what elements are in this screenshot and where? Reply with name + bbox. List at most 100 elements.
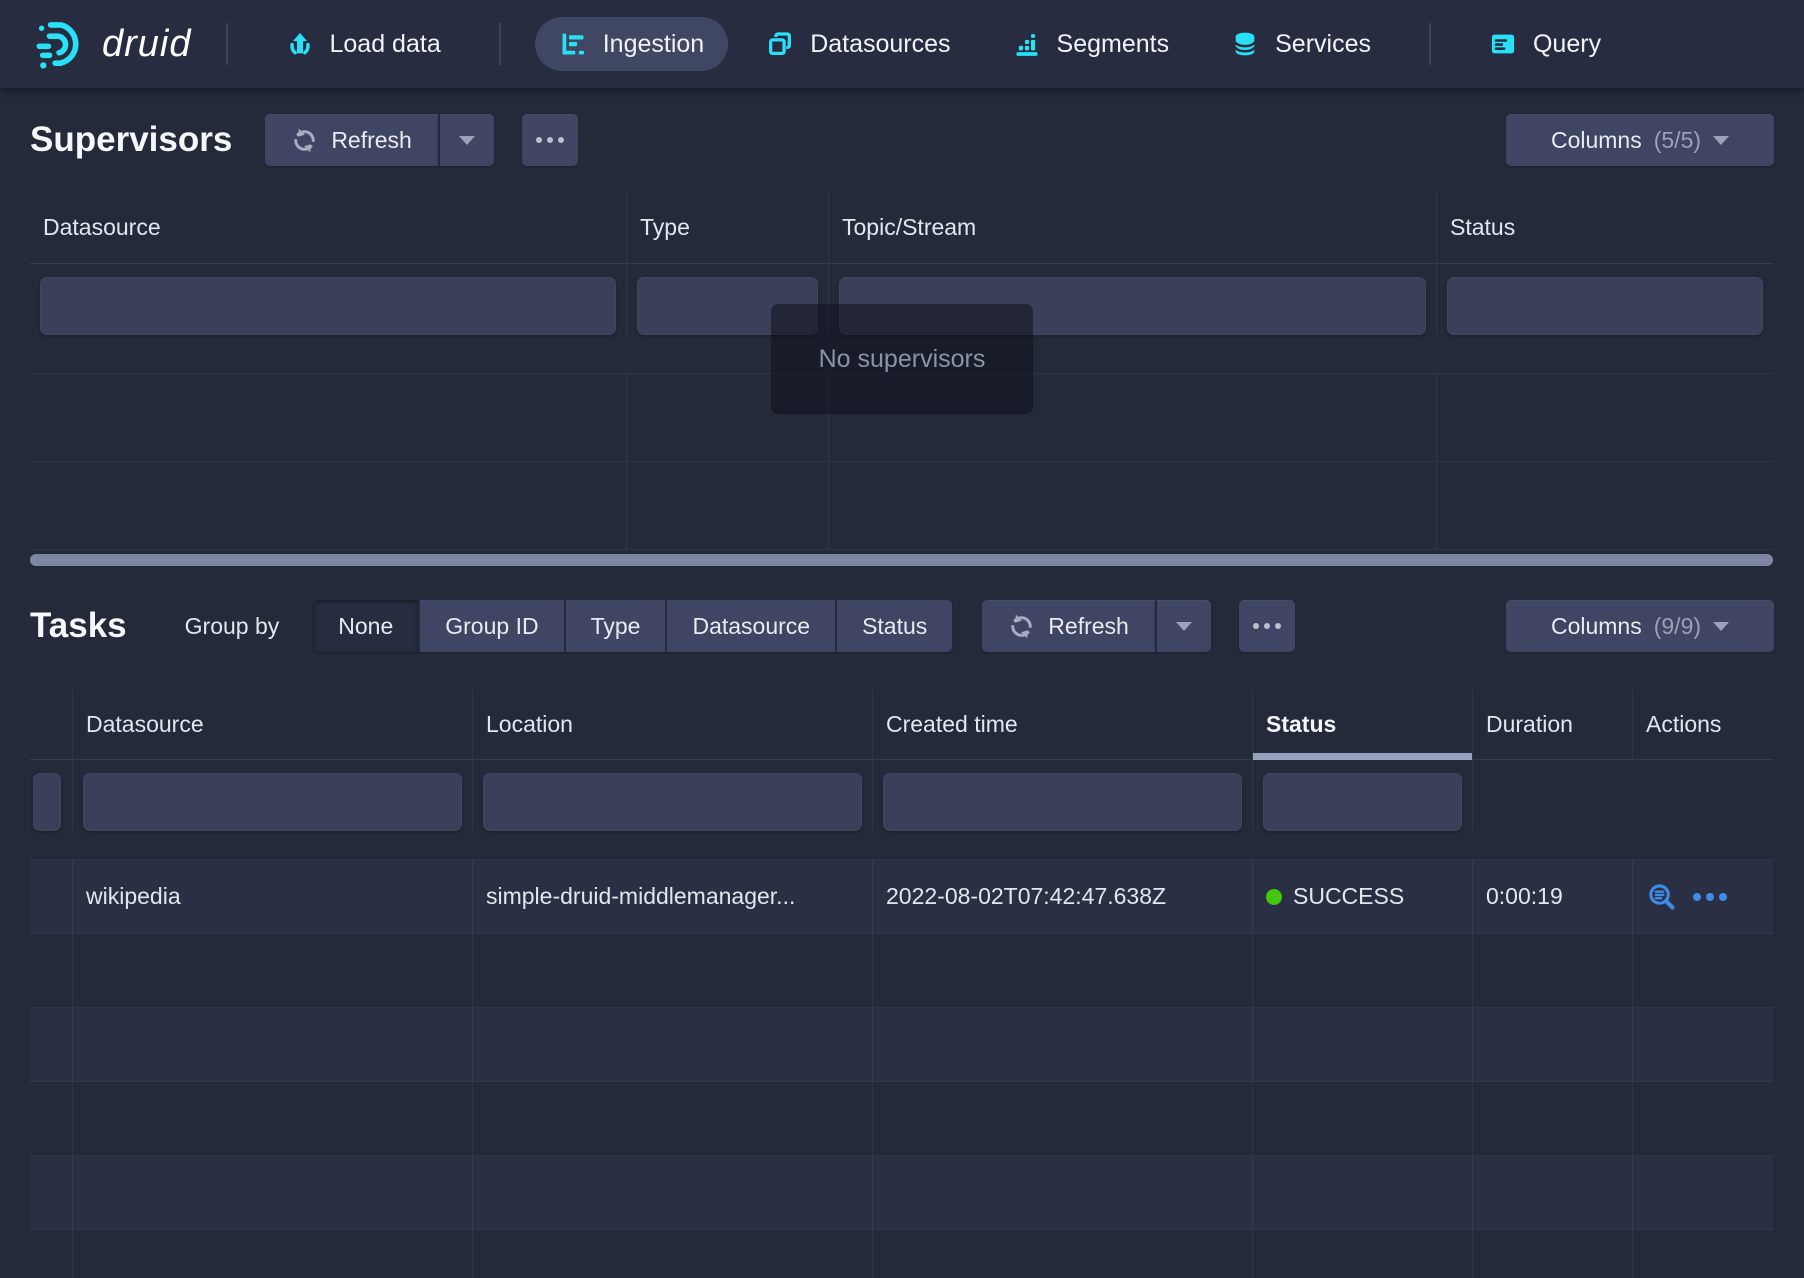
nav-item-label: Load data <box>330 30 441 59</box>
nav-item-ingestion[interactable]: Ingestion <box>535 17 728 71</box>
datasource-filter-input[interactable] <box>83 773 462 831</box>
segments-icon <box>1013 30 1041 58</box>
empty-row <box>30 1008 1773 1082</box>
task-actions-cell <box>1633 860 1773 933</box>
task-detail-magnifier-icon[interactable] <box>1646 881 1677 912</box>
group-by-datasource-button[interactable]: Datasource <box>665 600 835 652</box>
tasks-table-header: Datasource Location Created time Status … <box>30 690 1773 760</box>
horizontal-scrollbar[interactable] <box>30 554 1773 566</box>
column-header-datasource[interactable]: Datasource <box>73 690 473 759</box>
column-header-status-sorted[interactable]: Status <box>1253 690 1473 759</box>
supervisors-table: Datasource Type Topic/Stream Status No s… <box>30 192 1773 566</box>
horizontal-scrollbar-track <box>30 554 1773 566</box>
empty-row <box>30 462 1773 550</box>
nav-item-query[interactable]: Query <box>1465 17 1625 71</box>
no-supervisors-overlay: No supervisors <box>771 304 1033 414</box>
tasks-view: Tasks Group by None Group ID Type Dataso… <box>0 600 1804 1278</box>
columns-count: (5/5) <box>1654 127 1701 154</box>
empty-row <box>30 1156 1773 1230</box>
column-header-datasource[interactable]: Datasource <box>30 192 627 263</box>
task-row-wikipedia: wikipedia simple-druid-middlemanager... … <box>30 860 1773 934</box>
supervisors-refresh-split-button: Refresh <box>265 114 494 166</box>
task-created-time-cell: 2022-08-02T07:42:47.638Z <box>873 860 1253 933</box>
columns-count: (9/9) <box>1654 613 1701 640</box>
task-duration-cell: 0:00:19 <box>1473 860 1633 933</box>
tasks-refresh-interval-button[interactable] <box>1155 600 1211 652</box>
task-location-cell: simple-druid-middlemanager... <box>473 860 873 933</box>
group-by-type-button[interactable]: Type <box>564 600 666 652</box>
refresh-icon <box>1008 613 1035 640</box>
task-id-filter-input[interactable] <box>33 773 61 831</box>
group-by-label: Group by <box>185 613 280 640</box>
tasks-filter-row <box>30 760 1773 860</box>
nav-divider <box>226 23 228 65</box>
tasks-columns-button[interactable]: Columns (9/9) <box>1506 600 1774 652</box>
refresh-label: Refresh <box>331 127 412 154</box>
group-by-group-id-button[interactable]: Group ID <box>418 600 563 652</box>
query-icon <box>1489 30 1517 58</box>
location-filter-input[interactable] <box>483 773 862 831</box>
sort-indicator <box>1253 753 1472 760</box>
ingestion-icon <box>559 30 587 58</box>
column-header-status[interactable]: Status <box>1437 192 1773 263</box>
tasks-more-button[interactable] <box>1239 600 1295 652</box>
group-by-none-button[interactable]: None <box>313 600 418 652</box>
status-label: SUCCESS <box>1293 883 1404 910</box>
nav-item-label: Query <box>1533 30 1601 59</box>
nav-item-load-data[interactable]: Load data <box>262 17 465 71</box>
column-header-actions[interactable]: Actions <box>1633 690 1773 759</box>
empty-row <box>30 1230 1773 1278</box>
column-header-duration[interactable]: Duration <box>1473 690 1633 759</box>
supervisors-view: Supervisors Refresh <box>0 114 1804 566</box>
services-icon <box>1231 30 1259 58</box>
more-icon <box>536 137 542 143</box>
no-supervisors-message: No supervisors <box>819 345 986 374</box>
supervisors-refresh-button[interactable]: Refresh <box>265 114 438 166</box>
task-actions-menu-icon[interactable] <box>1693 893 1727 901</box>
chevron-down-icon <box>1176 622 1192 631</box>
nav-item-label: Ingestion <box>603 30 704 59</box>
top-nav: druid Load data Ingestion <box>0 0 1804 88</box>
datasources-icon <box>766 30 794 58</box>
task-status-cell: SUCCESS <box>1253 860 1473 933</box>
tasks-title: Tasks <box>30 606 127 646</box>
nav-item-segments[interactable]: Segments <box>989 17 1194 71</box>
status-filter-input[interactable] <box>1447 277 1763 335</box>
upload-icon <box>286 30 314 58</box>
app-logo[interactable]: druid <box>36 17 192 71</box>
tasks-refresh-split-button: Refresh <box>982 600 1211 652</box>
more-icon <box>1253 623 1259 629</box>
status-success-dot <box>1266 889 1282 905</box>
nav-item-label: Services <box>1275 30 1371 59</box>
column-header-location[interactable]: Location <box>473 690 873 759</box>
app-title: druid <box>102 23 192 66</box>
chevron-down-icon <box>1713 622 1729 631</box>
chevron-down-icon <box>1713 136 1729 145</box>
supervisors-refresh-interval-button[interactable] <box>438 114 494 166</box>
supervisors-columns-button[interactable]: Columns (5/5) <box>1506 114 1774 166</box>
nav-divider <box>499 23 501 65</box>
refresh-icon <box>291 127 318 154</box>
empty-row <box>30 934 1773 1008</box>
supervisors-more-button[interactable] <box>522 114 578 166</box>
empty-row <box>30 1082 1773 1156</box>
nav-item-label: Datasources <box>810 30 950 59</box>
columns-label: Columns <box>1551 127 1642 154</box>
columns-label: Columns <box>1551 613 1642 640</box>
chevron-down-icon <box>459 136 475 145</box>
column-header-blank <box>30 690 73 759</box>
tasks-refresh-button[interactable]: Refresh <box>982 600 1155 652</box>
status-filter-input[interactable] <box>1263 773 1462 831</box>
group-by-status-button[interactable]: Status <box>835 600 952 652</box>
datasource-filter-input[interactable] <box>40 277 616 335</box>
refresh-label: Refresh <box>1048 613 1129 640</box>
created-time-filter-input[interactable] <box>883 773 1242 831</box>
druid-logo-icon <box>36 17 90 71</box>
column-header-created-time[interactable]: Created time <box>873 690 1253 759</box>
column-header-type[interactable]: Type <box>627 192 829 263</box>
nav-item-datasources[interactable]: Datasources <box>742 17 974 71</box>
column-header-topic-stream[interactable]: Topic/Stream <box>829 192 1437 263</box>
nav-item-label: Segments <box>1057 30 1170 59</box>
nav-item-services[interactable]: Services <box>1207 17 1395 71</box>
group-by-button-group: None Group ID Type Datasource Status <box>313 600 952 652</box>
